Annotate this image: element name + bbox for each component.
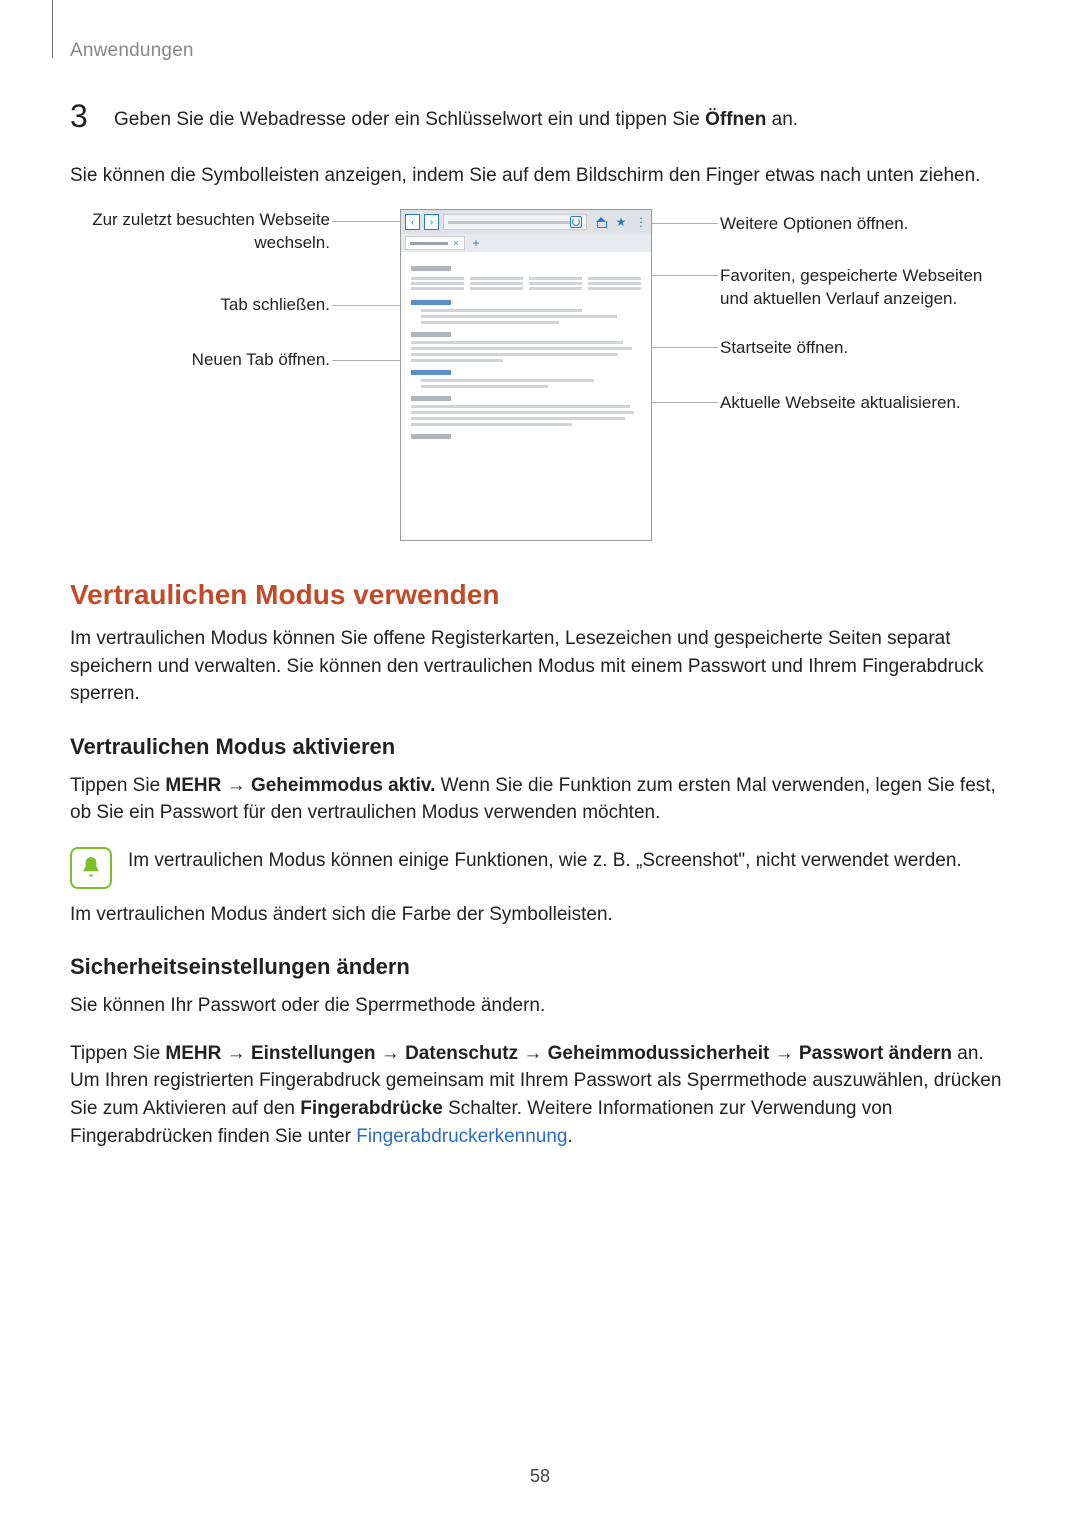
callout-back-forward: Zur zuletzt besuchten Webseite wechseln.	[70, 209, 330, 255]
url-placeholder	[448, 221, 570, 224]
callout-refresh: Aktuelle Webseite aktualisieren.	[720, 392, 1010, 415]
fake-text	[411, 434, 451, 439]
arrow-icon: →	[221, 1043, 251, 1064]
fake-text	[411, 300, 451, 305]
bold-mehr: MEHR	[165, 775, 221, 796]
section-heading-secret-mode: Vertraulichen Modus verwenden	[70, 579, 1010, 611]
running-header: Anwendungen	[70, 40, 1010, 62]
subheading-security-settings: Sicherheitseinstellungen ändern	[70, 954, 1010, 980]
bold-fingerabdruecke: Fingerabdrücke	[300, 1098, 443, 1119]
arrow-icon: →	[221, 775, 251, 796]
refresh-icon	[570, 216, 582, 228]
text: .	[567, 1126, 572, 1147]
close-tab-icon: ×	[452, 239, 460, 247]
bold-passwort-aendern: Passwort ändern	[799, 1043, 952, 1064]
subheading-activate: Vertraulichen Modus aktivieren	[70, 734, 1010, 760]
text: Tippen Sie	[70, 775, 165, 796]
browser-diagram: Zur zuletzt besuchten Webseite wechseln.…	[70, 209, 1010, 549]
forward-icon: ›	[424, 214, 439, 230]
address-toolbar: ‹ › ★ ⋮	[401, 210, 651, 234]
activate-paragraph-1: Tippen Sie MEHR → Geheimmodus aktiv. Wen…	[70, 772, 1010, 827]
back-icon: ‹	[405, 214, 420, 230]
browser-mock: ‹ › ★ ⋮ × +	[400, 209, 652, 541]
fake-text	[411, 370, 451, 375]
browser-tab: ×	[405, 236, 465, 250]
arrow-icon: →	[769, 1043, 799, 1064]
step-text-after: an.	[766, 109, 798, 130]
step-text-before: Geben Sie die Webadresse oder ein Schlüs…	[114, 109, 705, 130]
callout-favorites: Favoriten, gespeicherte Webseiten und ak…	[720, 265, 1010, 311]
home-icon	[595, 216, 607, 228]
step-bold-oeffnen: Öffnen	[705, 109, 766, 130]
text: Tippen Sie	[70, 1043, 165, 1064]
link-fingerabdruckerkennung[interactable]: Fingerabdruckerkennung	[356, 1126, 567, 1147]
connector-line	[332, 221, 400, 222]
new-tab-icon: +	[471, 238, 481, 248]
arrow-icon: →	[518, 1043, 548, 1064]
bookmarks-icon: ★	[615, 216, 627, 228]
callout-more-options: Weitere Optionen öffnen.	[720, 213, 1010, 236]
fake-text	[411, 332, 451, 337]
activate-paragraph-2: Im vertraulichen Modus ändert sich die F…	[70, 901, 1010, 929]
connector-line	[332, 305, 400, 306]
step-number: 3	[70, 100, 96, 132]
fake-text	[411, 396, 451, 401]
arrow-icon: →	[376, 1043, 406, 1064]
connector-line	[650, 223, 718, 224]
callout-new-tab: Neuen Tab öffnen.	[70, 349, 330, 372]
security-paragraph-1: Sie können Ihr Passwort oder die Sperrme…	[70, 992, 1010, 1020]
crop-mark	[52, 0, 53, 58]
note-bell-icon	[70, 847, 112, 889]
connector-line	[650, 275, 718, 276]
fake-text	[411, 266, 451, 271]
callout-close-tab: Tab schließen.	[70, 294, 330, 317]
page-content-mock	[401, 252, 651, 449]
security-paragraph-2: Tippen Sie MEHR → Einstellungen → Datens…	[70, 1040, 1010, 1150]
bold-mehr: MEHR	[165, 1043, 221, 1064]
more-icon: ⋮	[635, 216, 647, 228]
address-bar	[443, 214, 587, 230]
bold-geheimmodus-aktiv: Geheimmodus aktiv.	[251, 775, 435, 796]
page-number: 58	[0, 1466, 1080, 1487]
section-intro: Im vertraulichen Modus können Sie offene…	[70, 625, 1010, 708]
note-text: Im vertraulichen Modus können einige Fun…	[128, 847, 962, 875]
tab-label	[410, 242, 448, 245]
step-3: 3 Geben Sie die Webadresse oder ein Schl…	[70, 100, 1010, 134]
bold-geheimmodussicherheit: Geheimmodussicherheit	[548, 1043, 770, 1064]
bold-datenschutz: Datenschutz	[405, 1043, 518, 1064]
connector-line	[332, 360, 400, 361]
step-text: Geben Sie die Webadresse oder ein Schlüs…	[114, 100, 798, 134]
callout-home: Startseite öffnen.	[720, 337, 1010, 360]
bold-einstellungen: Einstellungen	[251, 1043, 376, 1064]
connector-line	[650, 402, 718, 403]
note-box: Im vertraulichen Modus können einige Fun…	[70, 847, 1010, 889]
intro-paragraph: Sie können die Symbolleisten anzeigen, i…	[70, 162, 1010, 190]
tab-bar: × +	[401, 234, 651, 252]
connector-line	[650, 347, 718, 348]
